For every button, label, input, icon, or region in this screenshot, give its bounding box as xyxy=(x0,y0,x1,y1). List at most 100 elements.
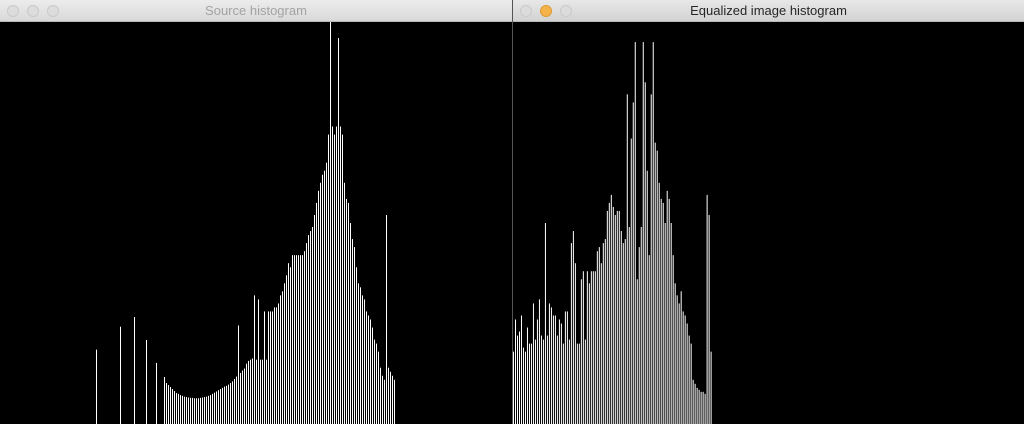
histogram-bar xyxy=(642,42,644,424)
histogram-bar xyxy=(702,391,704,424)
histogram-bar xyxy=(708,214,710,424)
histogram-bar xyxy=(650,94,652,424)
histogram-bar xyxy=(682,311,684,424)
histogram-bar xyxy=(534,339,536,424)
histogram-bar xyxy=(646,170,648,424)
histogram-bar xyxy=(608,202,610,424)
histogram-bar xyxy=(528,343,530,424)
histogram-bar xyxy=(206,396,207,424)
histogram-bar xyxy=(648,255,650,424)
histogram-bar xyxy=(674,283,676,424)
histogram-bar xyxy=(178,393,179,424)
histogram-bar xyxy=(170,387,171,424)
histogram-bar xyxy=(542,339,544,424)
histogram-bar xyxy=(274,307,275,424)
histogram-bar xyxy=(214,392,215,424)
histogram-bar xyxy=(244,368,245,424)
histogram-bar xyxy=(286,275,287,424)
histogram-bar xyxy=(390,371,391,424)
histogram-bar xyxy=(548,303,550,424)
histogram-bar xyxy=(388,367,389,424)
histogram-bar xyxy=(332,126,333,424)
histogram-bar xyxy=(524,351,526,424)
histogram-bar xyxy=(602,243,604,424)
histogram-bar xyxy=(372,327,373,424)
histogram-bar xyxy=(322,174,323,424)
histogram-bar xyxy=(228,384,229,424)
histogram-bar xyxy=(624,239,626,424)
histogram-bar xyxy=(538,299,540,424)
histogram-bar xyxy=(560,323,562,424)
histogram-bar xyxy=(350,223,351,424)
histogram-bar xyxy=(690,343,692,424)
histogram-bar xyxy=(520,315,522,424)
histogram-bar xyxy=(376,343,377,424)
histogram-bar xyxy=(254,295,255,424)
equalized-histogram-window: Equalized image histogram xyxy=(513,0,1024,424)
histogram-bar xyxy=(164,376,165,424)
histogram-bar xyxy=(688,335,690,424)
histogram-bar xyxy=(296,255,297,424)
histogram-bar xyxy=(134,317,135,424)
histogram-bar xyxy=(532,303,534,424)
histogram-bar xyxy=(358,283,359,424)
histogram-bar xyxy=(558,319,560,424)
histogram-bar xyxy=(620,231,622,424)
histogram-bar xyxy=(590,271,592,424)
histogram-bar xyxy=(304,251,305,424)
histogram-bar xyxy=(260,359,261,424)
histogram-bar xyxy=(364,299,365,424)
histogram-bar xyxy=(212,393,213,424)
equalized-window-titlebar[interactable]: Equalized image histogram xyxy=(513,0,1024,22)
histogram-bar xyxy=(362,295,363,424)
source-window-titlebar[interactable]: Source histogram xyxy=(0,0,512,22)
histogram-bar xyxy=(552,315,554,424)
histogram-bar xyxy=(196,398,197,424)
histogram-bar xyxy=(710,351,712,424)
histogram-bar xyxy=(172,389,173,424)
histogram-bar xyxy=(298,255,299,424)
histogram-bar xyxy=(638,247,640,424)
histogram-bar xyxy=(318,190,319,424)
histogram-bar xyxy=(248,360,249,424)
histogram-bar xyxy=(210,395,211,424)
histogram-bar xyxy=(174,391,175,424)
histogram-bar xyxy=(622,243,624,424)
histogram-bar xyxy=(610,194,612,424)
histogram-bar xyxy=(566,311,568,424)
histogram-bar xyxy=(530,343,532,424)
histogram-bar xyxy=(338,38,339,424)
histogram-bar xyxy=(636,279,638,424)
histogram-bar xyxy=(700,391,702,424)
histogram-bar xyxy=(670,223,672,424)
histogram-bar xyxy=(696,387,698,424)
histogram-bar xyxy=(672,255,674,424)
histogram-bar xyxy=(290,267,291,424)
histogram-bar xyxy=(626,94,628,424)
histogram-bar xyxy=(352,239,353,424)
histogram-bar xyxy=(224,386,225,424)
histogram-bar xyxy=(314,214,315,424)
histogram-bar xyxy=(340,126,341,424)
histogram-bar xyxy=(280,295,281,424)
histogram-bar xyxy=(584,339,586,424)
histogram-bar xyxy=(120,326,121,424)
histogram-bar xyxy=(368,315,369,424)
histogram-bar xyxy=(384,379,385,424)
histogram-bar xyxy=(180,395,181,424)
histogram-bar xyxy=(632,102,634,424)
histogram-bar xyxy=(316,202,317,424)
histogram-bar xyxy=(302,255,303,424)
histogram-bar xyxy=(284,283,285,424)
histogram-bar xyxy=(324,170,325,424)
histogram-bar xyxy=(586,271,588,424)
histogram-bar xyxy=(334,134,335,424)
histogram-bar xyxy=(568,339,570,424)
equalized-histogram-chart xyxy=(513,42,712,424)
histogram-bar xyxy=(202,397,203,424)
histogram-bar xyxy=(596,251,598,424)
histogram-bar xyxy=(694,383,696,424)
histogram-bar xyxy=(698,389,700,424)
histogram-bar xyxy=(226,385,227,424)
histogram-bar xyxy=(536,319,538,424)
